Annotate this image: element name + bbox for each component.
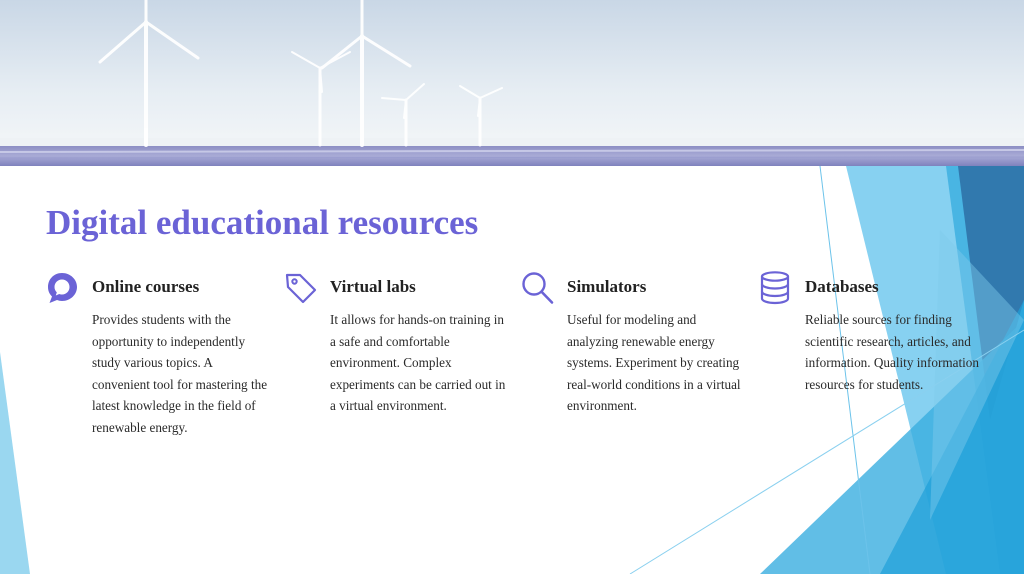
card-description: Provides students with the opportunity t…	[92, 312, 268, 435]
card-heading: Virtual labs	[330, 277, 416, 296]
card-description: Reliable sources for finding scientific …	[805, 312, 979, 392]
slide-title: Digital educational resources	[46, 203, 479, 242]
card-heading: Databases	[805, 277, 879, 296]
tag-icon	[285, 273, 317, 304]
card-description: Useful for modeling and analyzing renewa…	[567, 312, 741, 414]
hero-image-wind-turbines	[0, 0, 1024, 166]
database-icon	[760, 271, 790, 305]
card-heading: Online courses	[92, 277, 200, 296]
card-heading: Simulators	[567, 277, 647, 296]
search-icon	[522, 272, 554, 304]
chat-bubble-icon	[48, 273, 77, 303]
card-description: It allows for hands-on training in a saf…	[330, 312, 506, 414]
wind-turbines-illustration	[0, 0, 1024, 166]
